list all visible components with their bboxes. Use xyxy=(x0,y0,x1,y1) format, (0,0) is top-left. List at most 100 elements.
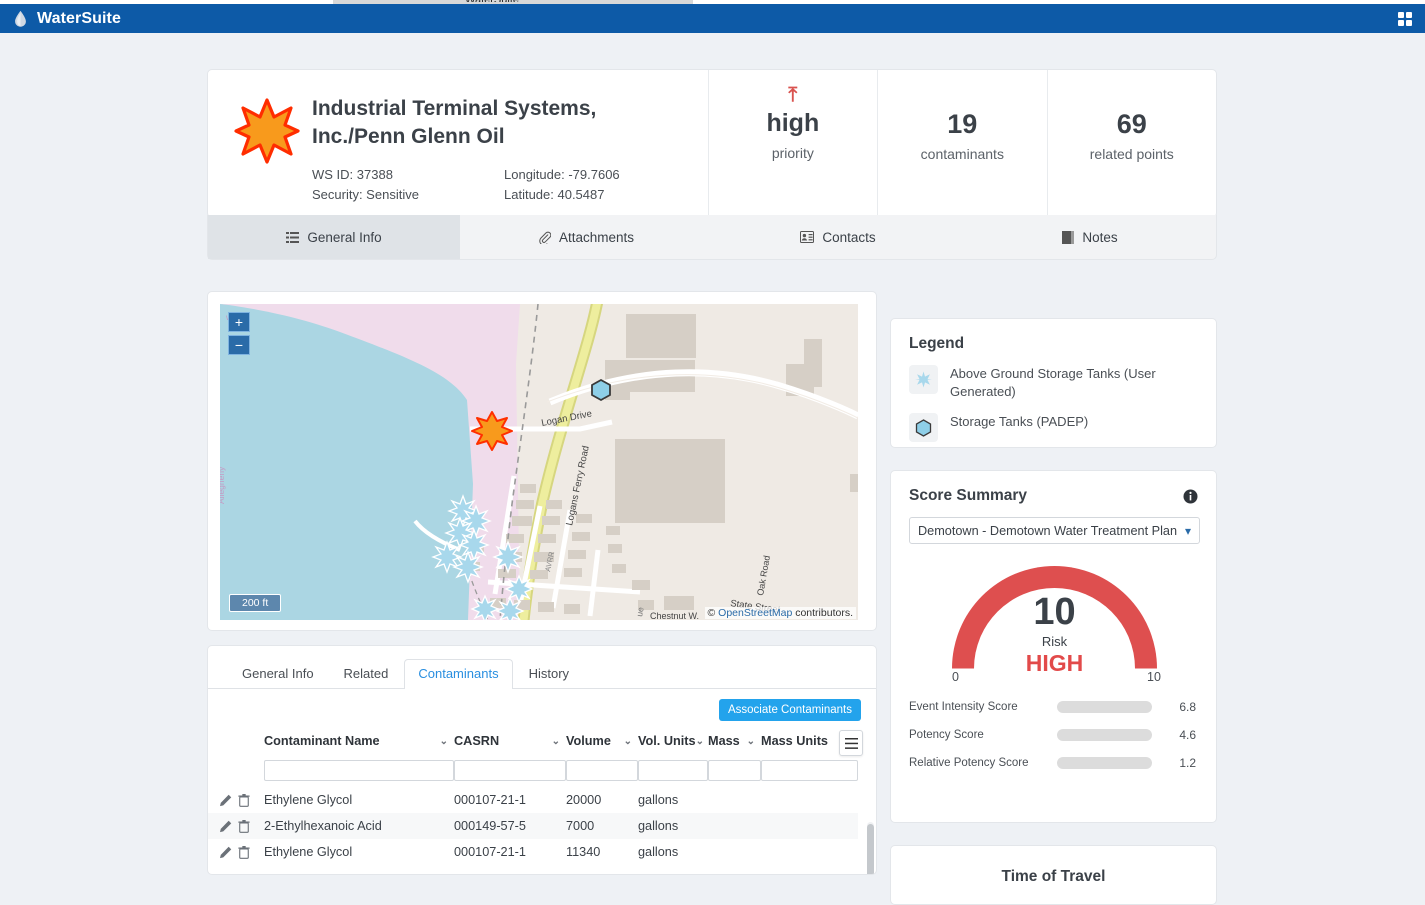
cell-mass xyxy=(708,813,761,839)
th-label: CASRN xyxy=(454,734,500,748)
th-label: Mass Units xyxy=(761,734,828,748)
th-label: Vol. Units xyxy=(638,734,696,748)
cell-mass-units xyxy=(761,813,858,839)
gauge-max-label: 10 xyxy=(1147,670,1161,684)
contaminants-table: Contaminant Name ⌄ CASRN ⌄ Volume ⌄ Vol. Un… xyxy=(208,730,858,865)
filter-input-contaminant-name[interactable] xyxy=(264,760,454,781)
filter-cell-mass xyxy=(708,754,761,787)
metric-track xyxy=(1057,757,1152,769)
contaminants-card: General Info Related Contaminants Histor… xyxy=(207,645,877,875)
tab-general-info-label: General Info xyxy=(307,229,382,245)
attribution-suffix: contributors. xyxy=(792,607,853,619)
filter-cell-vol-units xyxy=(638,754,708,787)
th-mass[interactable]: Mass ⌄ xyxy=(708,730,761,754)
page-title: Industrial Terminal Systems, Inc./Penn G… xyxy=(312,97,597,148)
filter-cell-mass-units xyxy=(761,754,858,787)
subtab-history[interactable]: History xyxy=(515,659,583,689)
note-icon xyxy=(1062,230,1075,244)
brand[interactable]: WaterSuite xyxy=(13,10,121,28)
cell-mass-units xyxy=(761,787,858,813)
tab-general-info[interactable]: General Info xyxy=(208,215,460,259)
score-source-value: Demotown - Demotown Water Treatment Plan xyxy=(918,523,1178,538)
table-scrollbar-thumb[interactable] xyxy=(867,824,874,874)
table-header-row: Contaminant Name ⌄ CASRN ⌄ Volume ⌄ Vol. Un… xyxy=(208,730,858,754)
row-actions xyxy=(208,787,264,813)
info-icon[interactable] xyxy=(1183,489,1198,504)
th-contaminant-name[interactable]: Contaminant Name ⌄ xyxy=(264,730,454,754)
subtab-contaminants[interactable]: Contaminants xyxy=(404,659,513,689)
meta-longitude: Longitude: -79.7606 xyxy=(504,167,620,182)
row-actions xyxy=(208,839,264,865)
th-label: Mass xyxy=(708,734,740,748)
edit-pencil-icon[interactable] xyxy=(219,846,232,859)
grid-apps-icon[interactable] xyxy=(1398,12,1412,26)
hamburger-menu-icon[interactable] xyxy=(839,730,863,756)
filter-cell-volume xyxy=(566,754,638,787)
tab-contacts[interactable]: Contacts xyxy=(712,215,964,259)
table-row: Ethylene Glycol 000107-21-1 11340 gallon… xyxy=(208,839,858,865)
app-header-bar: WaterSuite xyxy=(0,4,1425,33)
subtab-related[interactable]: Related xyxy=(330,659,403,689)
th-vol-units[interactable]: Vol. Units ⌄ xyxy=(638,730,708,754)
legend-title: Legend xyxy=(909,335,965,352)
paperclip-icon xyxy=(538,231,551,244)
cell-contaminant-name[interactable]: Ethylene Glycol xyxy=(264,839,454,865)
stat-priority-label: priority xyxy=(771,145,814,161)
th-volume[interactable]: Volume ⌄ xyxy=(566,730,638,754)
cell-casrn: 000149-57-5 xyxy=(454,819,526,833)
blue-starburst-icon xyxy=(909,365,938,394)
cell-volume: 11340 xyxy=(566,845,601,859)
cell-contaminant-name[interactable]: 2-Ethylhexanoic Acid xyxy=(264,813,454,839)
subtab-general-info[interactable]: General Info xyxy=(228,659,328,689)
filter-input-mass-units[interactable] xyxy=(761,760,858,781)
delete-trash-icon[interactable] xyxy=(238,793,250,807)
cell-contaminant-name[interactable]: Ethylene Glycol xyxy=(264,787,454,813)
chevron-down-icon: ⌄ xyxy=(439,735,448,747)
metric-label: Potency Score xyxy=(909,729,984,741)
delete-trash-icon[interactable] xyxy=(238,819,250,833)
gauge-readout: 10 Risk HIGH xyxy=(909,592,1200,677)
cell-mass-units xyxy=(761,839,858,865)
openstreetmap-link[interactable]: OpenStreetMap xyxy=(718,607,792,619)
filter-input-mass[interactable] xyxy=(708,760,761,781)
up-arrow-icon: ⤒ xyxy=(788,84,798,106)
cell-vol-units: gallons xyxy=(638,845,679,859)
stat-contaminants-label: contaminants xyxy=(920,146,1004,162)
associate-contaminants-button[interactable]: Associate Contaminants xyxy=(718,699,861,721)
filter-input-casrn[interactable] xyxy=(454,760,566,781)
cell-casrn: 000107-21-1 xyxy=(454,845,526,859)
map-zoom-out-button[interactable]: − xyxy=(228,335,250,355)
cell-mass xyxy=(708,839,761,865)
filter-input-vol-units[interactable] xyxy=(638,760,708,781)
metric-event-intensity: Event Intensity Score 6.8 xyxy=(909,700,1198,714)
blue-hexagon-icon xyxy=(909,413,938,442)
edit-pencil-icon[interactable] xyxy=(219,794,232,807)
table-row: Ethylene Glycol 000107-21-1 20000 gallon… xyxy=(208,787,858,813)
stat-related-points: 69 related points xyxy=(1046,70,1216,217)
tab-attachments[interactable]: Attachments xyxy=(460,215,712,259)
score-source-select[interactable]: Demotown - Demotown Water Treatment Plan… xyxy=(909,517,1200,544)
meta-security: Security: Sensitive xyxy=(312,187,419,202)
cell-casrn: 000107-21-1 xyxy=(454,793,526,807)
edit-pencil-icon[interactable] xyxy=(219,820,232,833)
metric-value: 4.6 xyxy=(1179,728,1196,742)
map-zoom-controls: + − xyxy=(228,312,250,355)
filter-input-volume[interactable] xyxy=(566,760,638,781)
delete-trash-icon[interactable] xyxy=(238,845,250,859)
legend-item-agst: Above Ground Storage Tanks (User Generat… xyxy=(909,365,1198,401)
tab-contacts-label: Contacts xyxy=(822,229,876,245)
contaminants-table-wrap: Contaminant Name ⌄ CASRN ⌄ Volume ⌄ Vol. Un… xyxy=(208,730,876,874)
sub-tab-bar: General Info Related Contaminants Histor… xyxy=(208,646,876,689)
map-canvas[interactable]: Logan Drive Logans Ferry Road AVRR Oak R… xyxy=(220,304,858,620)
map-scale-bar: 200 ft xyxy=(229,594,282,612)
score-summary-card: Score Summary Demotown - Demotown Water … xyxy=(890,470,1217,823)
tab-notes[interactable]: Notes xyxy=(964,215,1216,259)
cell-volume: 20000 xyxy=(566,793,602,807)
map-attribution: © OpenStreetMap contributors. xyxy=(704,607,856,619)
map-zoom-in-button[interactable]: + xyxy=(228,312,250,332)
th-casrn[interactable]: CASRN ⌄ xyxy=(454,730,566,754)
filter-cell-name xyxy=(264,754,454,787)
metric-label: Relative Potency Score xyxy=(909,757,1029,769)
cell-mass xyxy=(708,787,761,813)
tab-notes-label: Notes xyxy=(1082,229,1118,245)
